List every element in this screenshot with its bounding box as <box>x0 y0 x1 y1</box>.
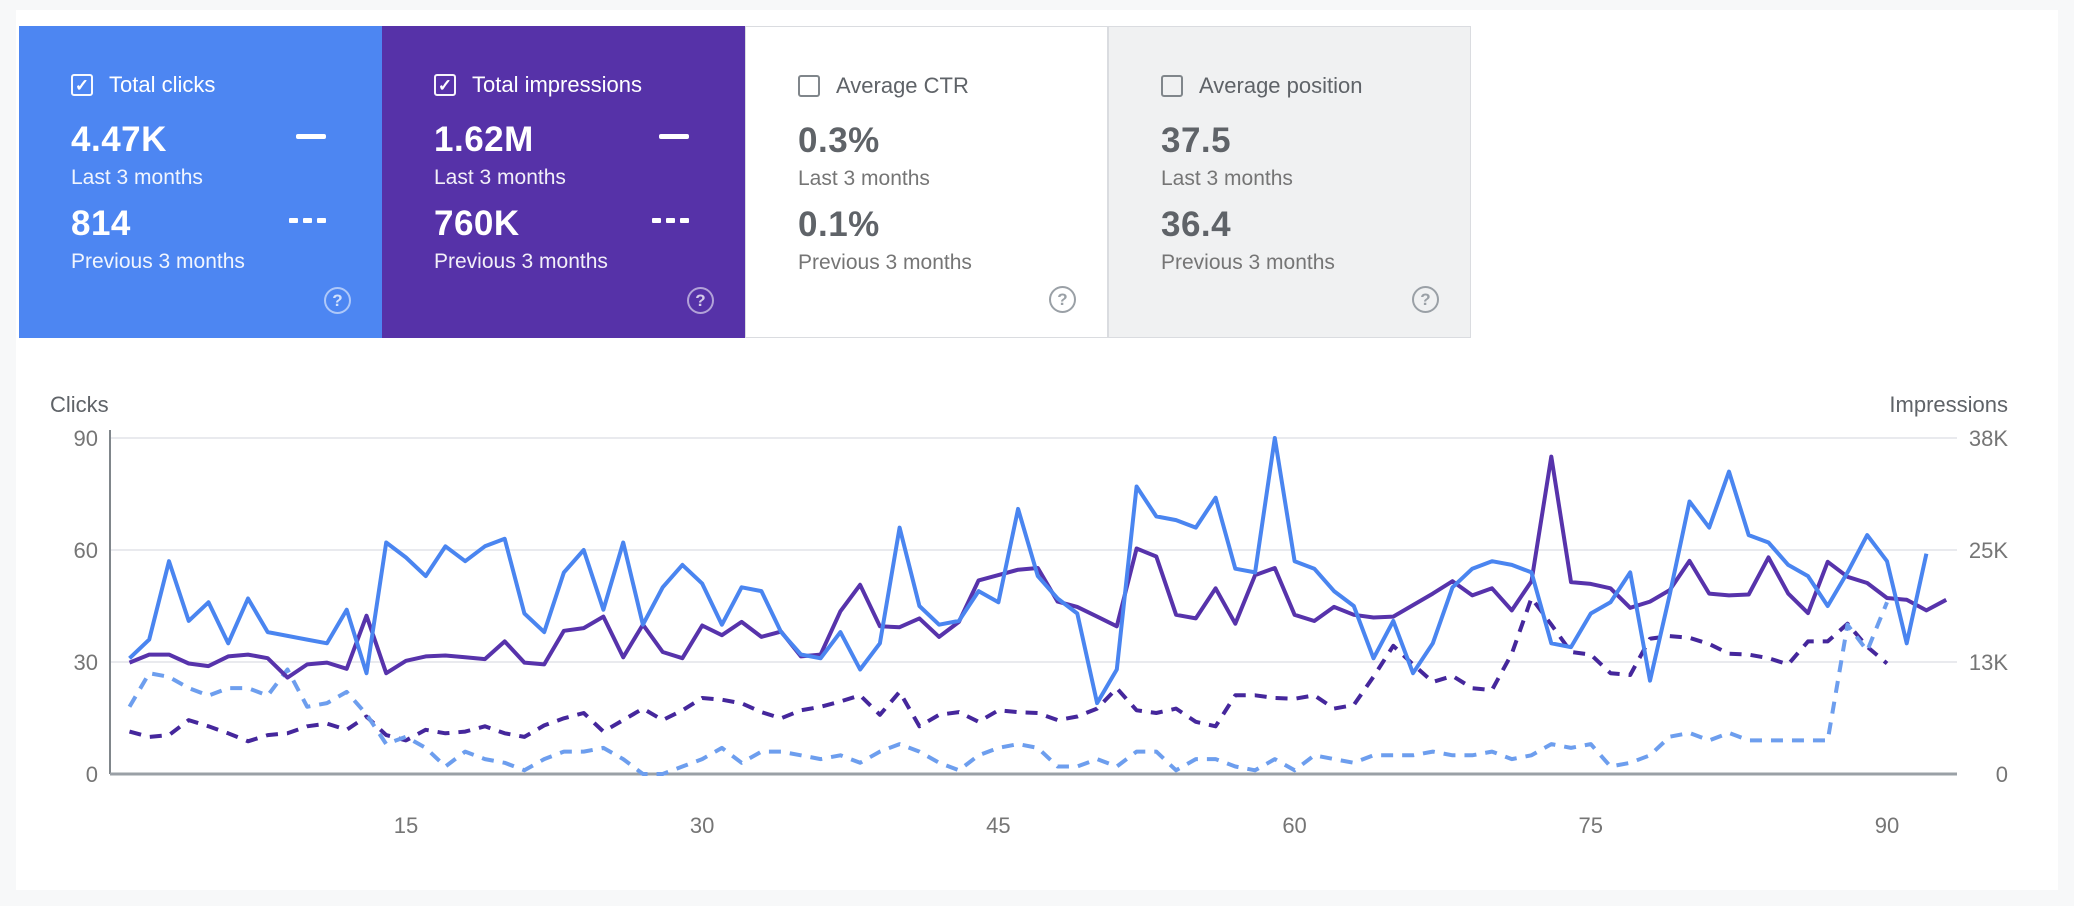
card-average-ctr[interactable]: Average CTR 0.3% Last 3 months 0.1% Prev… <box>745 26 1108 338</box>
card-total-impressions[interactable]: ✓ Total impressions 1.62M Last 3 months … <box>382 26 745 338</box>
previous-period: Previous 3 months <box>1161 251 1335 275</box>
help-icon[interactable]: ? <box>687 287 714 314</box>
previous-value: 760K <box>434 204 608 244</box>
current-period: Last 3 months <box>798 167 930 191</box>
card-title: Average position <box>1199 73 1363 99</box>
current-period: Last 3 months <box>71 166 203 190</box>
previous-period: Previous 3 months <box>71 250 245 274</box>
previous-value: 36.4 <box>1161 205 1335 245</box>
current-value: 4.47K <box>71 120 203 160</box>
check-icon: ✓ <box>438 77 452 94</box>
previous-value: 0.1% <box>798 205 972 245</box>
card-total-clicks[interactable]: ✓ Total clicks 4.47K Last 3 months 814 P… <box>19 26 382 338</box>
previous-period: Previous 3 months <box>798 251 972 275</box>
performance-panel: ✓ Total clicks 4.47K Last 3 months 814 P… <box>16 10 2058 890</box>
current-period: Last 3 months <box>1161 167 1293 191</box>
previous-value: 814 <box>71 204 245 244</box>
card-title: Average CTR <box>836 73 969 99</box>
metric-cards: ✓ Total clicks 4.47K Last 3 months 814 P… <box>19 26 1471 338</box>
current-value: 1.62M <box>434 120 566 160</box>
help-icon[interactable]: ? <box>1412 286 1439 313</box>
checkbox-average-position[interactable] <box>1161 75 1183 97</box>
card-average-position[interactable]: Average position 37.5 Last 3 months 36.4… <box>1108 26 1471 338</box>
card-title: Total impressions <box>472 72 642 98</box>
current-value: 37.5 <box>1161 121 1293 161</box>
card-title: Total clicks <box>109 72 215 98</box>
solid-line-indicator-icon <box>659 134 689 139</box>
checkbox-total-impressions[interactable]: ✓ <box>434 74 456 96</box>
current-value: 0.3% <box>798 121 930 161</box>
solid-line-indicator-icon <box>296 134 326 139</box>
dashed-line-indicator-icon <box>652 218 689 223</box>
dashed-line-indicator-icon <box>289 218 326 223</box>
help-icon[interactable]: ? <box>1049 286 1076 313</box>
previous-period: Previous 3 months <box>434 250 608 274</box>
help-icon[interactable]: ? <box>324 287 351 314</box>
checkbox-average-ctr[interactable] <box>798 75 820 97</box>
checkbox-total-clicks[interactable]: ✓ <box>71 74 93 96</box>
check-icon: ✓ <box>75 77 89 94</box>
current-period: Last 3 months <box>434 166 566 190</box>
